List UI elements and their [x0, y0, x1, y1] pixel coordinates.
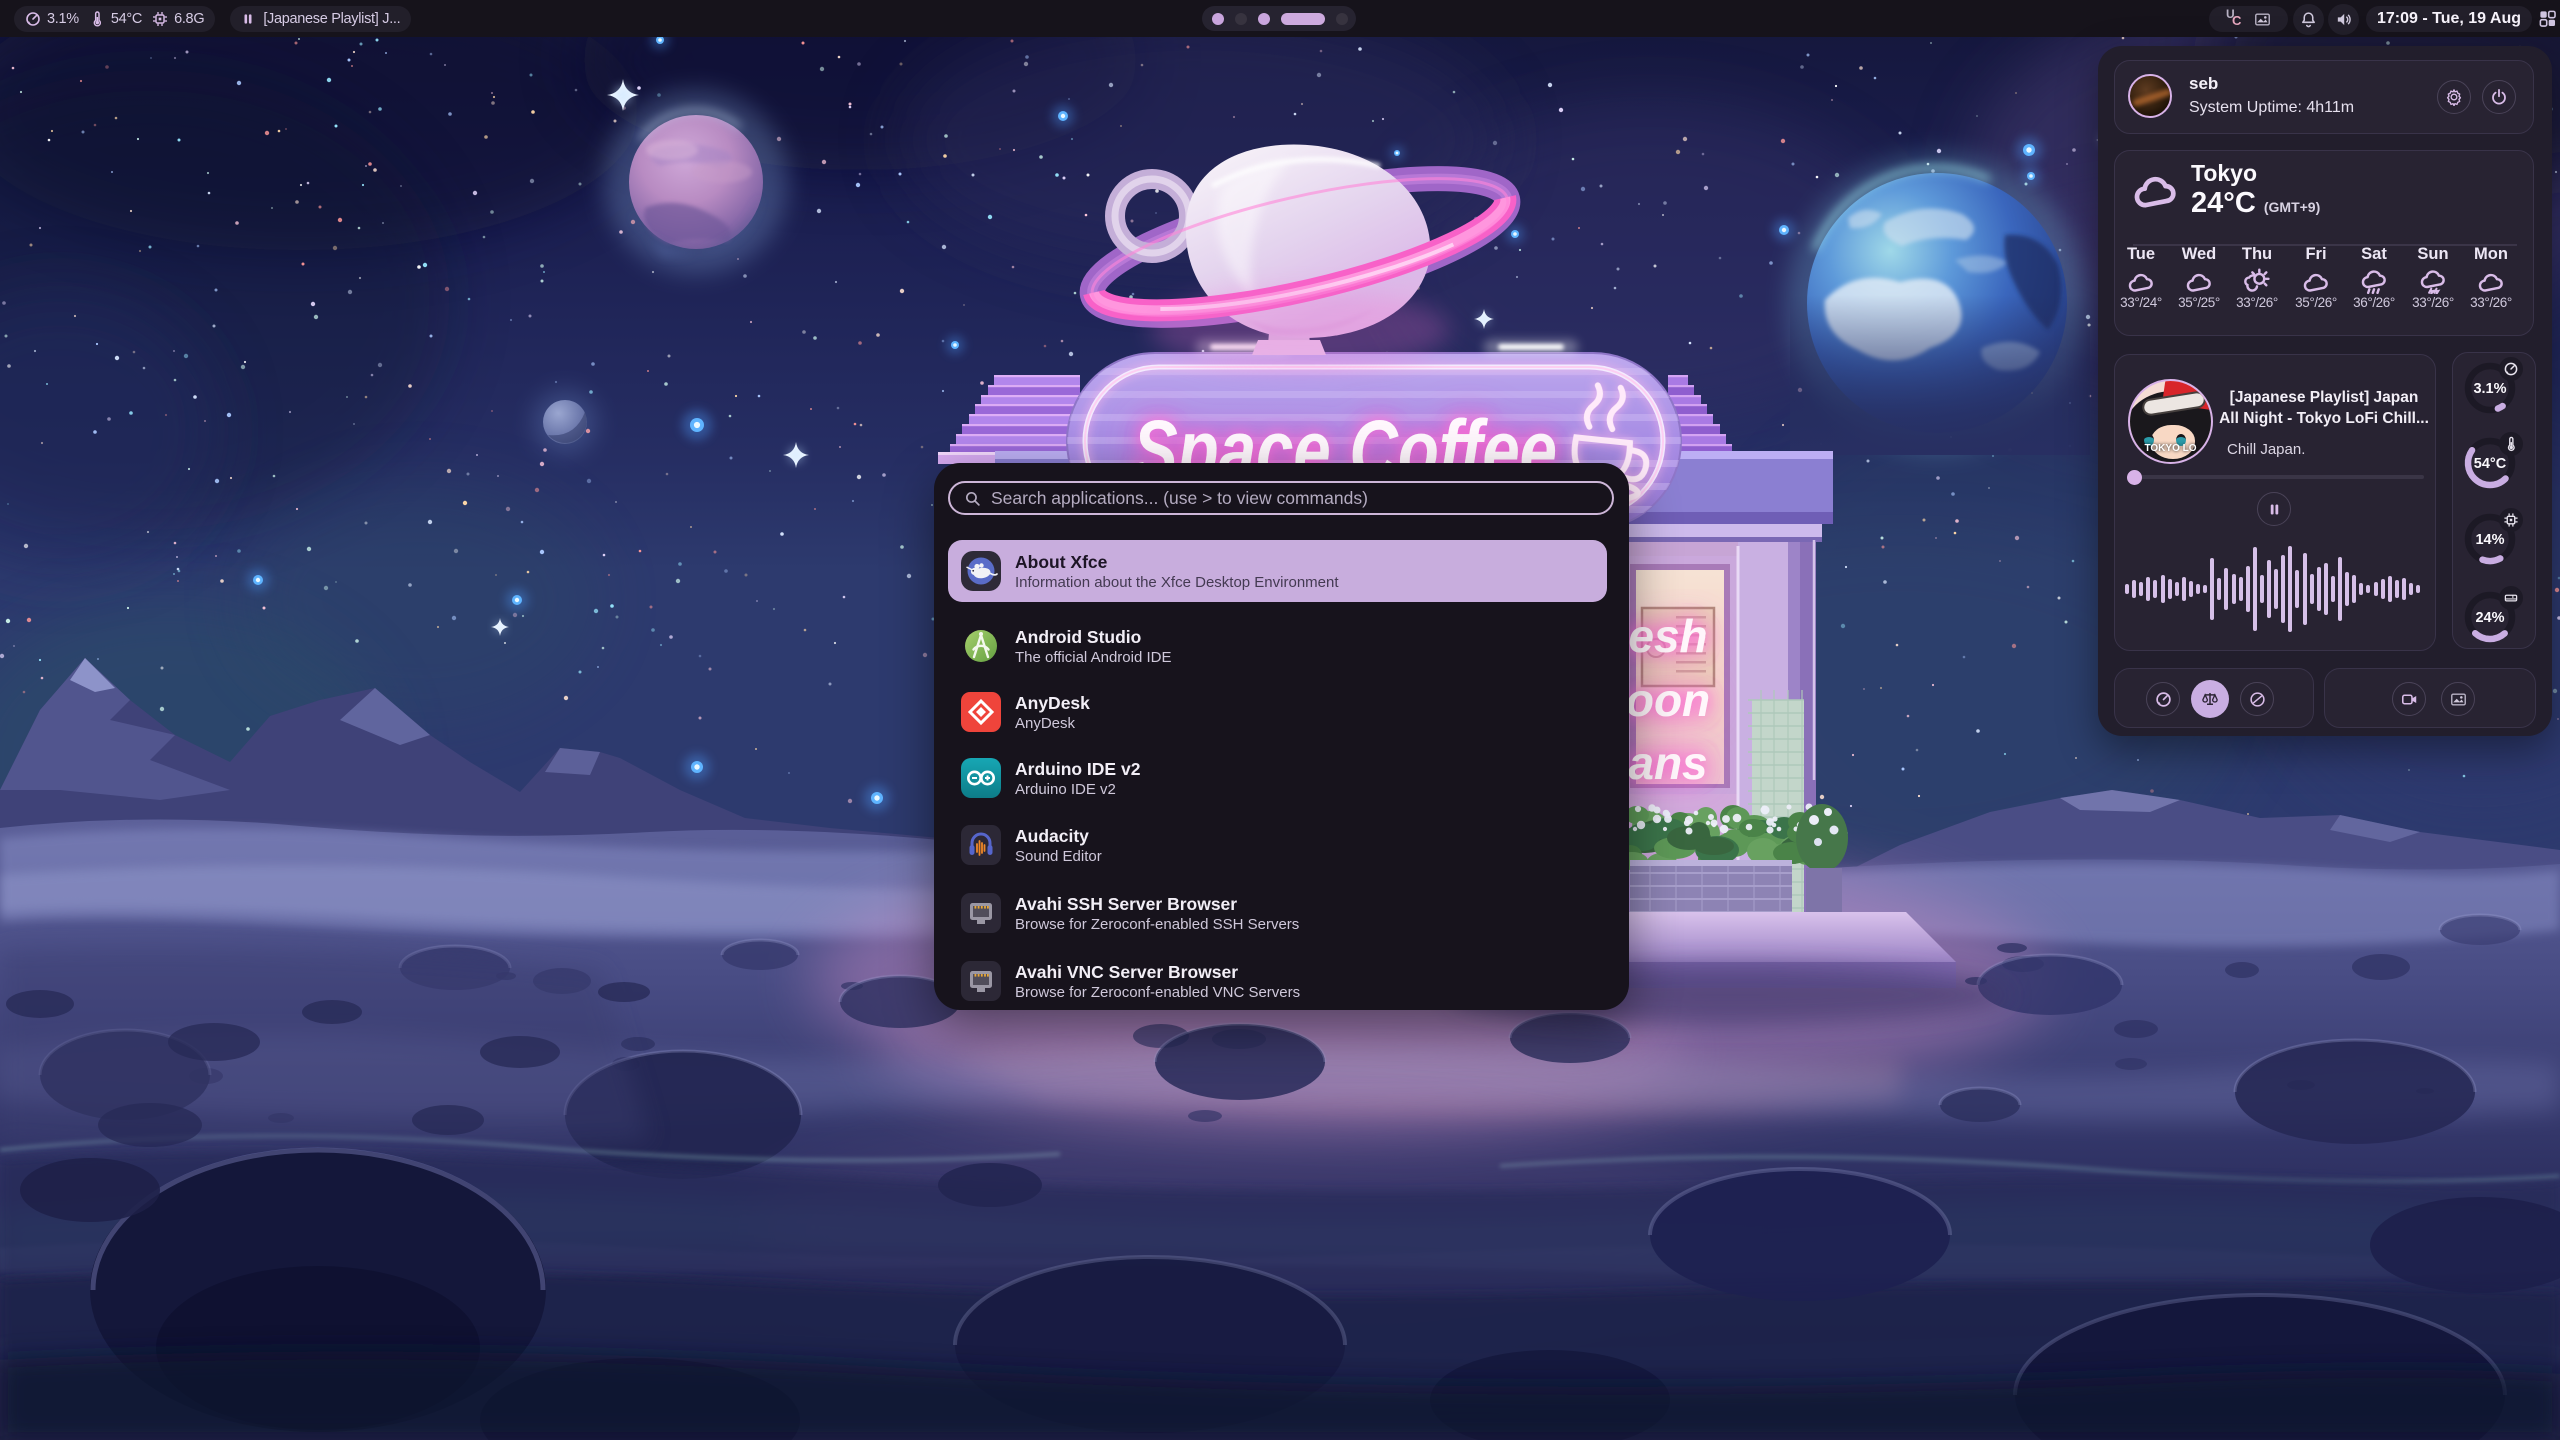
svg-text:54°C: 54°C [2474, 456, 2507, 472]
svg-text:oon: oon [1626, 674, 1710, 726]
svg-text:24%: 24% [2475, 610, 2504, 626]
svg-text:3.1%: 3.1% [2473, 381, 2506, 397]
svg-text:ans: ans [1628, 737, 1707, 789]
svg-text:esh: esh [1628, 610, 1707, 662]
svg-text:14%: 14% [2475, 532, 2504, 548]
